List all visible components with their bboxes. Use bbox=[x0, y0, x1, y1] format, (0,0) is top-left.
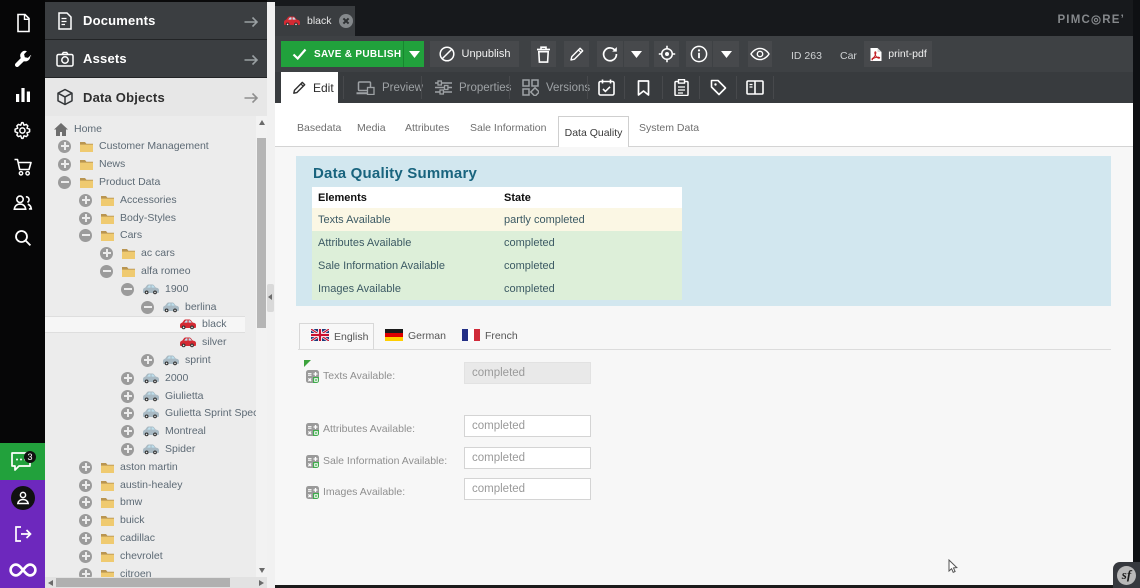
svg-text:3: 3 bbox=[27, 452, 32, 462]
